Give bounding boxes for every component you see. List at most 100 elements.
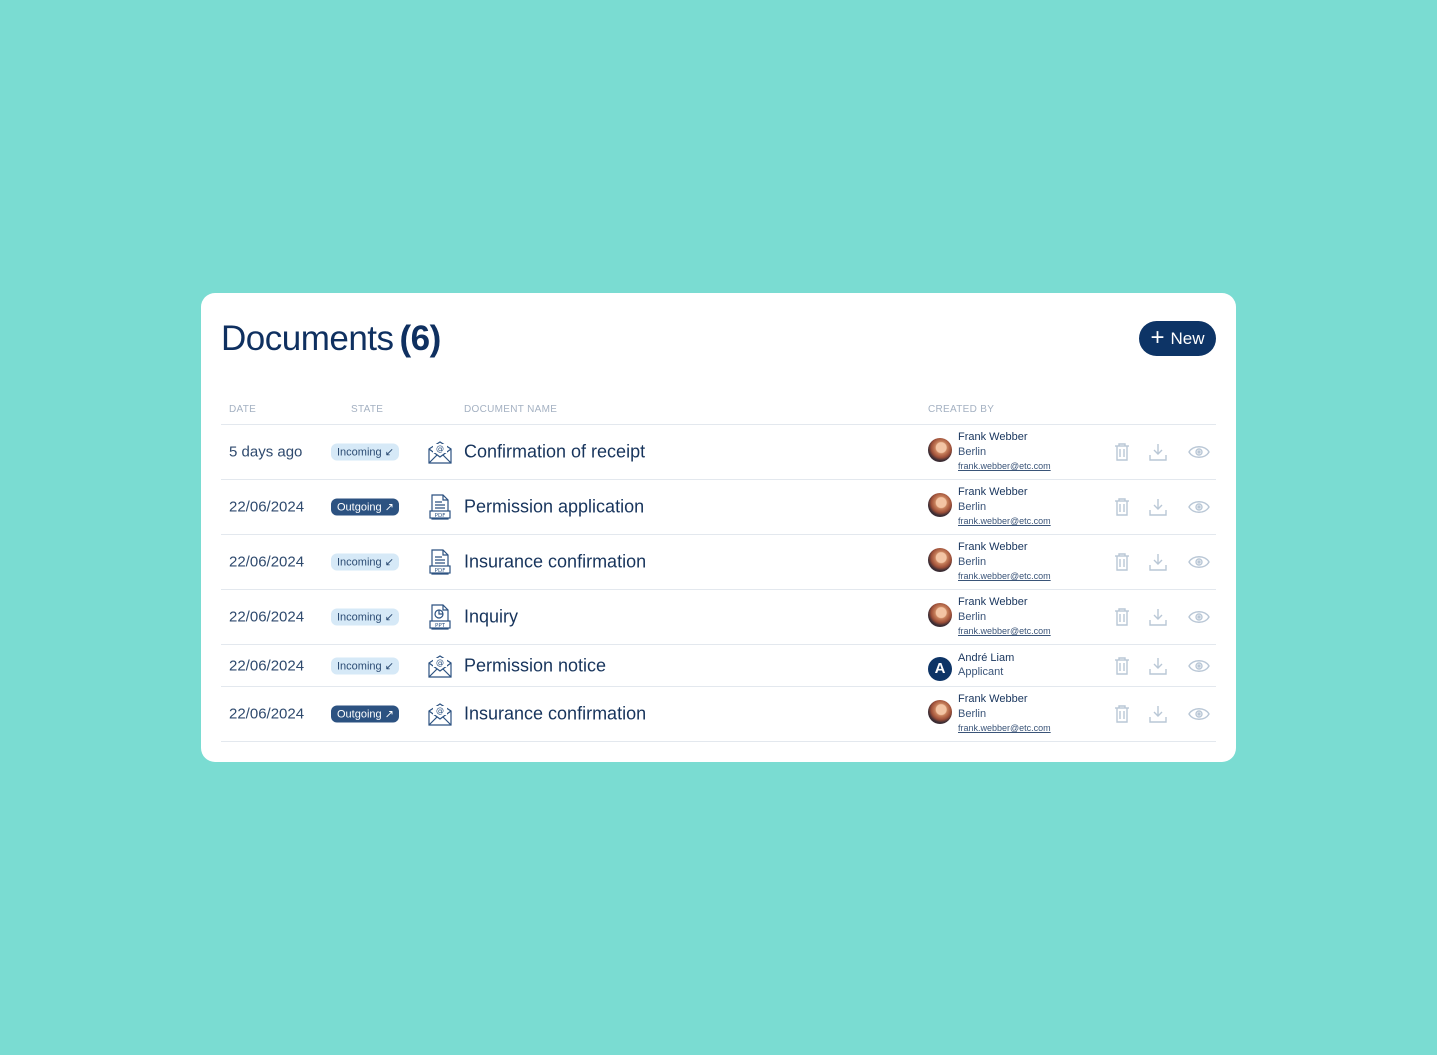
creator-name: Frank Webber	[958, 431, 1028, 443]
document-name-link[interactable]: Permission notice	[464, 655, 606, 676]
column-header-created-by[interactable]: CREATED BY	[928, 404, 994, 415]
svg-text:@: @	[436, 658, 444, 667]
creator-detail: Berlin	[958, 555, 987, 568]
table-row[interactable]: 22/06/2024 Outgoing ↗ PDF Permission app…	[221, 480, 1216, 535]
table-row[interactable]: 22/06/2024 Incoming ↙ PDF Insurance conf…	[221, 535, 1216, 590]
creator-info: André Liam Applicant	[958, 651, 1014, 680]
creator-info: Frank Webber Berlin frank.webber@etc.com	[958, 692, 1051, 736]
creator-name: Frank Webber	[958, 541, 1028, 553]
trash-icon[interactable]	[1112, 656, 1132, 676]
avatar: A	[928, 656, 952, 681]
avatar	[928, 493, 952, 517]
created-by-cell: Frank Webber Berlin frank.webber@etc.com	[928, 692, 1098, 736]
new-button-label: New	[1170, 328, 1205, 348]
created-by-cell: Frank Webber Berlin frank.webber@etc.com	[928, 485, 1098, 529]
pdf-file-icon: PDF	[427, 549, 453, 575]
trash-icon[interactable]	[1112, 552, 1132, 572]
document-name-link[interactable]: Confirmation of receipt	[464, 442, 645, 463]
date-cell: 22/06/2024	[229, 657, 305, 674]
trash-icon[interactable]	[1112, 497, 1132, 517]
created-by-cell: Frank Webber Berlin frank.webber@etc.com	[928, 430, 1098, 474]
download-icon[interactable]	[1148, 656, 1168, 676]
eye-icon[interactable]	[1187, 552, 1211, 572]
svg-text:@: @	[436, 444, 444, 453]
creator-info: Frank Webber Berlin frank.webber@etc.com	[958, 430, 1051, 474]
date-cell: 22/06/2024	[229, 608, 305, 626]
created-by-cell: Frank Webber Berlin frank.webber@etc.com	[928, 540, 1098, 584]
document-name-link[interactable]: Inquiry	[464, 607, 518, 628]
creator-email-link[interactable]: frank.webber@etc.com	[958, 514, 1051, 529]
creator-name: Frank Webber	[958, 486, 1028, 498]
state-badge: Incoming ↙	[331, 608, 399, 626]
creator-detail: Berlin	[958, 707, 987, 720]
creator-email-link[interactable]: frank.webber@etc.com	[958, 459, 1051, 474]
creator-info: Frank Webber Berlin frank.webber@etc.com	[958, 595, 1051, 639]
column-header-document-name[interactable]: DOCUMENT NAME	[464, 404, 557, 415]
document-count: (6)	[399, 319, 442, 358]
eye-icon[interactable]	[1187, 497, 1211, 517]
card-header: Documents (6) + New	[221, 317, 1216, 361]
creator-info: Frank Webber Berlin frank.webber@etc.com	[958, 485, 1051, 529]
document-name-link[interactable]: Insurance confirmation	[464, 704, 646, 725]
documents-card: Documents (6) + New DATE STATE DOCUMENT N…	[201, 293, 1236, 762]
state-badge: Outgoing ↗	[331, 498, 399, 516]
table-row[interactable]: 22/06/2024 Incoming ↙ PPT Inquiry Frank …	[221, 590, 1216, 645]
email-icon: @	[427, 653, 453, 679]
table-row[interactable]: 5 days ago Incoming ↙ @ Confirmation of …	[221, 425, 1216, 480]
download-icon[interactable]	[1148, 607, 1168, 627]
ppt-file-icon: PPT	[427, 604, 453, 630]
page-title: Documents (6)	[221, 319, 441, 359]
date-cell: 22/06/2024	[229, 498, 305, 516]
creator-email-link[interactable]: frank.webber@etc.com	[958, 569, 1051, 584]
avatar	[928, 548, 952, 572]
table-row[interactable]: 22/06/2024 Incoming ↙ @ Permission notic…	[221, 645, 1216, 687]
email-icon: @	[427, 439, 453, 465]
svg-text:PDF: PDF	[435, 568, 446, 574]
new-document-button[interactable]: + New	[1139, 321, 1216, 356]
created-by-cell: A André Liam Applicant	[928, 651, 1098, 681]
plus-icon: +	[1150, 323, 1165, 351]
download-icon[interactable]	[1148, 704, 1168, 724]
state-badge: Incoming ↙	[331, 553, 399, 571]
column-header-date[interactable]: DATE	[229, 404, 256, 415]
avatar	[928, 438, 952, 462]
column-header-state[interactable]: STATE	[351, 404, 383, 415]
table-row[interactable]: 22/06/2024 Outgoing ↗ @ Insurance confir…	[221, 687, 1216, 742]
document-name-link[interactable]: Permission application	[464, 497, 644, 518]
avatar	[928, 700, 952, 724]
state-badge: Incoming ↙	[331, 657, 399, 674]
table-body: 5 days ago Incoming ↙ @ Confirmation of …	[221, 425, 1216, 742]
title-text: Documents	[221, 319, 394, 358]
date-cell: 22/06/2024	[229, 705, 305, 723]
download-icon[interactable]	[1148, 442, 1168, 462]
creator-name: Frank Webber	[958, 596, 1028, 608]
date-cell: 22/06/2024	[229, 553, 305, 571]
creator-detail: Berlin	[958, 445, 987, 458]
svg-text:PPT: PPT	[435, 623, 446, 629]
creator-name: Frank Webber	[958, 693, 1028, 705]
creator-name: André Liam	[958, 651, 1015, 664]
creator-detail: Berlin	[958, 610, 987, 623]
trash-icon[interactable]	[1112, 704, 1132, 724]
eye-icon[interactable]	[1187, 442, 1211, 462]
eye-icon[interactable]	[1187, 704, 1211, 724]
state-badge: Outgoing ↗	[331, 705, 399, 723]
email-icon: @	[427, 701, 453, 727]
creator-detail: Berlin	[958, 500, 987, 513]
creator-email-link[interactable]: frank.webber@etc.com	[958, 721, 1051, 736]
download-icon[interactable]	[1148, 552, 1168, 572]
trash-icon[interactable]	[1112, 607, 1132, 627]
eye-icon[interactable]	[1187, 656, 1211, 676]
created-by-cell: Frank Webber Berlin frank.webber@etc.com	[928, 595, 1098, 639]
state-badge: Incoming ↙	[331, 443, 399, 461]
eye-icon[interactable]	[1187, 607, 1211, 627]
svg-text:@: @	[436, 706, 444, 715]
svg-text:PDF: PDF	[435, 513, 446, 519]
table-header: DATE STATE DOCUMENT NAME CREATED BY	[221, 396, 1216, 425]
download-icon[interactable]	[1148, 497, 1168, 517]
pdf-file-icon: PDF	[427, 494, 453, 520]
trash-icon[interactable]	[1112, 442, 1132, 462]
creator-email-link[interactable]: frank.webber@etc.com	[958, 624, 1051, 639]
date-cell: 5 days ago	[229, 443, 303, 461]
document-name-link[interactable]: Insurance confirmation	[464, 552, 646, 573]
